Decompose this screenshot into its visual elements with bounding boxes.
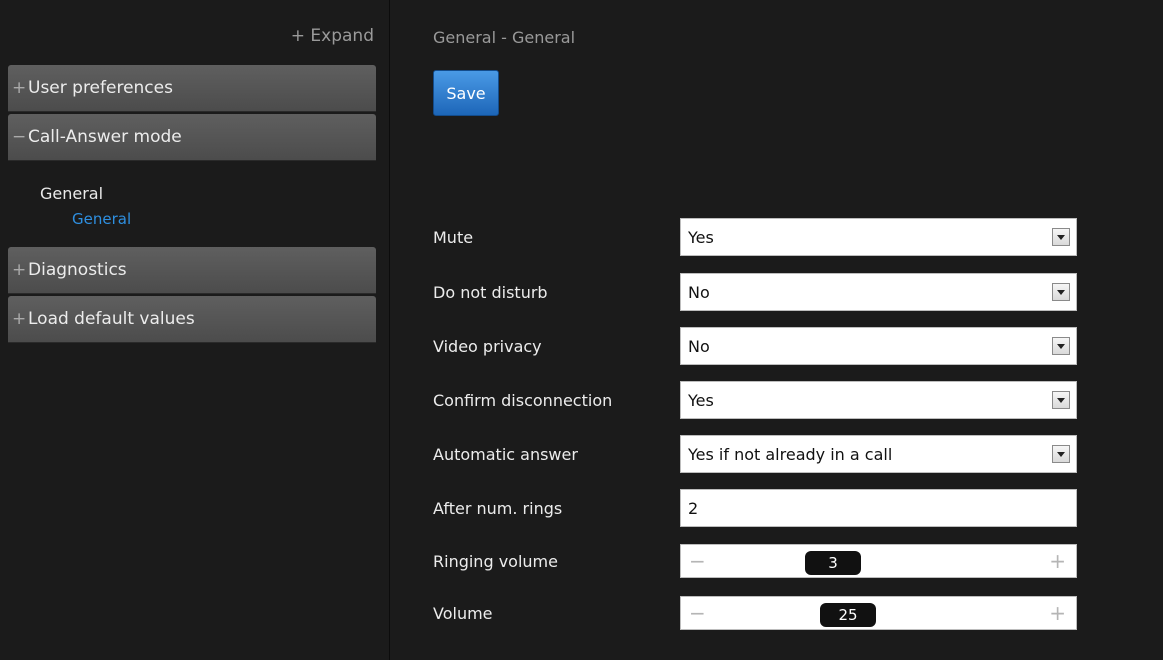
minus-icon[interactable]: − [689,601,706,625]
volume-handle[interactable]: 25 [820,603,876,627]
subnav-item-general[interactable]: General [72,210,131,228]
mute-value: Yes [688,227,714,247]
minus-icon[interactable]: − [689,549,706,573]
confirm-disconnection-select[interactable]: Yes [680,381,1077,419]
plus-icon[interactable]: + [1049,549,1066,573]
breadcrumb: General - General [433,28,576,47]
mute-label: Mute [433,228,474,247]
after-num-rings-input[interactable]: 2 [680,489,1077,527]
do-not-disturb-value: No [688,282,710,302]
accordion-label: Load default values [28,309,195,329]
accordion-label: User preferences [28,78,173,98]
chevron-down-icon[interactable] [1052,228,1070,246]
chevron-down-icon[interactable] [1052,283,1070,301]
plus-icon: + [12,260,27,280]
expand-link[interactable]: + Expand [291,26,374,46]
plus-icon[interactable]: + [1049,601,1066,625]
plus-icon: + [12,78,27,98]
do-not-disturb-label: Do not disturb [433,283,548,302]
sidebar: + Expand + User preferences − Call-Answe… [0,0,390,660]
chevron-down-icon[interactable] [1052,337,1070,355]
confirm-disconnection-label: Confirm disconnection [433,391,613,410]
volume-slider[interactable]: − 25 + [680,596,1077,630]
chevron-down-icon[interactable] [1052,391,1070,409]
automatic-answer-value: Yes if not already in a call [688,444,893,464]
accordion-load-default-values[interactable]: + Load default values [8,296,376,343]
minus-icon: − [12,127,27,147]
confirm-disconnection-value: Yes [688,390,714,410]
save-button[interactable]: Save [433,70,499,116]
accordion-user-preferences[interactable]: + User preferences [8,65,376,112]
volume-label: Volume [433,604,493,623]
chevron-down-icon[interactable] [1052,445,1070,463]
mute-select[interactable]: Yes [680,218,1077,256]
accordion-label: Diagnostics [28,260,127,280]
ringing-volume-slider[interactable]: − 3 + [680,544,1077,578]
subnav-group-general[interactable]: General [40,184,103,203]
video-privacy-select[interactable]: No [680,327,1077,365]
video-privacy-value: No [688,336,710,356]
do-not-disturb-select[interactable]: No [680,273,1077,311]
ringing-volume-label: Ringing volume [433,552,558,571]
accordion-diagnostics[interactable]: + Diagnostics [8,247,376,294]
ringing-volume-handle[interactable]: 3 [805,551,861,575]
accordion-call-answer-mode[interactable]: − Call-Answer mode [8,114,376,161]
automatic-answer-label: Automatic answer [433,445,578,464]
accordion-label: Call-Answer mode [28,127,182,147]
automatic-answer-select[interactable]: Yes if not already in a call [680,435,1077,473]
settings-panel: General - General Save Mute Yes Do not d… [400,0,1163,660]
video-privacy-label: Video privacy [433,337,542,356]
plus-icon: + [12,309,27,329]
after-num-rings-label: After num. rings [433,499,563,518]
